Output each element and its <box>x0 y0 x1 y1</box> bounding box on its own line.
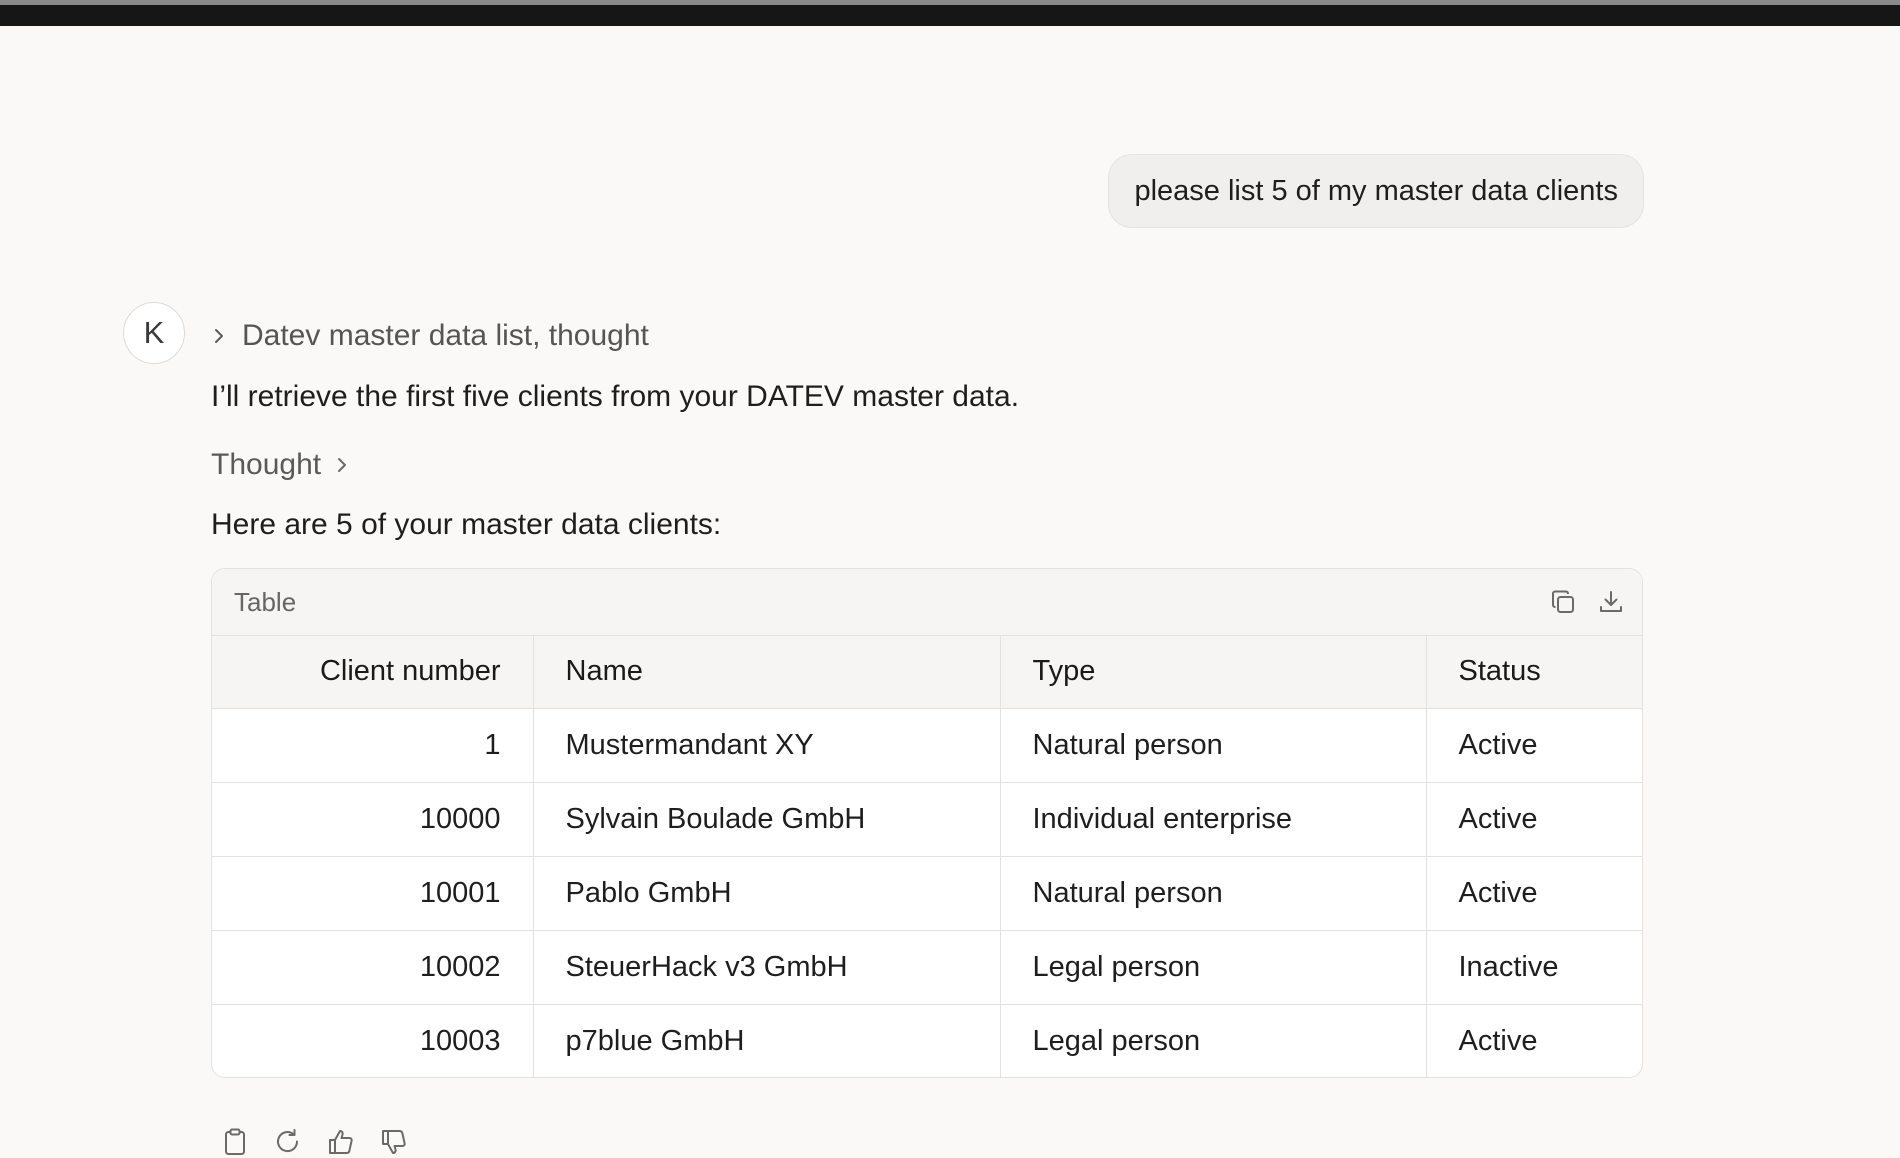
cell-client-number: 10003 <box>212 1004 534 1077</box>
cell-name: Pablo GmbH <box>533 856 1001 931</box>
cell-name: p7blue GmbH <box>533 1004 1001 1077</box>
message-actions <box>219 1126 410 1158</box>
user-message-text: please list 5 of my master data clients <box>1134 174 1618 207</box>
tool-call-summary-toggle[interactable]: Datev master data list, thought <box>212 316 649 356</box>
table-row: 10001 Pablo GmbH Natural person Active <box>212 856 1642 931</box>
table-row: 1 Mustermandant XY Natural person Active <box>212 708 1642 783</box>
cell-status: Active <box>1426 856 1642 931</box>
cell-status: Active <box>1458 1024 1538 1057</box>
thumbs-down-icon[interactable] <box>378 1126 410 1158</box>
cell-status: Inactive <box>1426 930 1642 1005</box>
cell-name: Mustermandant XY <box>533 708 1001 783</box>
cell-client-number: 10001 <box>212 856 534 931</box>
window-top-bar <box>0 0 1900 26</box>
thought-label: Thought <box>211 448 322 481</box>
cell-name: Sylvain Boulade GmbH <box>533 782 1001 857</box>
thought-toggle[interactable]: Thought <box>211 445 349 485</box>
table-card-title: Table <box>234 586 297 617</box>
cell-client-number: 10000 <box>212 782 534 857</box>
column-header-name: Name <box>533 636 1001 709</box>
cell-status: Active <box>1426 708 1642 783</box>
tool-call-summary-label: Datev master data list, thought <box>242 319 649 352</box>
table-row: 10003 p7blue GmbH Legal person Active <box>212 1004 1642 1077</box>
clipboard-icon[interactable] <box>219 1126 251 1158</box>
chevron-right-icon <box>212 326 226 346</box>
cell-client-number: 10002 <box>212 930 534 1005</box>
clients-table: Client number Name Type Status 1 Musterm… <box>212 636 1642 1077</box>
column-header-client-number: Client number <box>212 636 534 709</box>
clients-table-card: Table Client number Name Type Status 1 M… <box>211 568 1643 1078</box>
avatar-initial: K <box>143 315 165 350</box>
table-card-header: Table <box>212 569 1642 636</box>
cell-type: Natural person <box>1000 708 1427 783</box>
cell-type: Legal person <box>1000 1004 1427 1077</box>
download-icon[interactable] <box>1596 587 1626 617</box>
table-row: 10000 Sylvain Boulade GmbH Individual en… <box>212 782 1642 857</box>
table-row: 10002 SteuerHack v3 GmbH Legal person In… <box>212 930 1642 1005</box>
cell-status: Active <box>1426 782 1642 857</box>
thumbs-up-icon[interactable] <box>325 1126 357 1158</box>
chevron-right-icon <box>335 455 349 475</box>
assistant-avatar: K <box>123 302 185 364</box>
assistant-intro-text: I’ll retrieve the first five clients fro… <box>211 380 1020 413</box>
cell-type: Legal person <box>1000 930 1427 1005</box>
cell-client-number: 1 <box>212 708 534 783</box>
table-header-row: Client number Name Type Status <box>212 636 1642 709</box>
assistant-result-text: Here are 5 of your master data clients: <box>211 508 722 541</box>
column-header-type: Type <box>1000 636 1427 709</box>
copy-icon[interactable] <box>1548 587 1578 617</box>
cell-name: SteuerHack v3 GmbH <box>533 930 1001 1005</box>
column-header-status: Status <box>1426 636 1642 709</box>
user-message-bubble: please list 5 of my master data clients <box>1108 154 1644 228</box>
cell-type: Natural person <box>1000 856 1427 931</box>
retry-icon[interactable] <box>272 1126 304 1158</box>
table-actions <box>1548 587 1626 617</box>
cell-type: Individual enterprise <box>1000 782 1427 857</box>
